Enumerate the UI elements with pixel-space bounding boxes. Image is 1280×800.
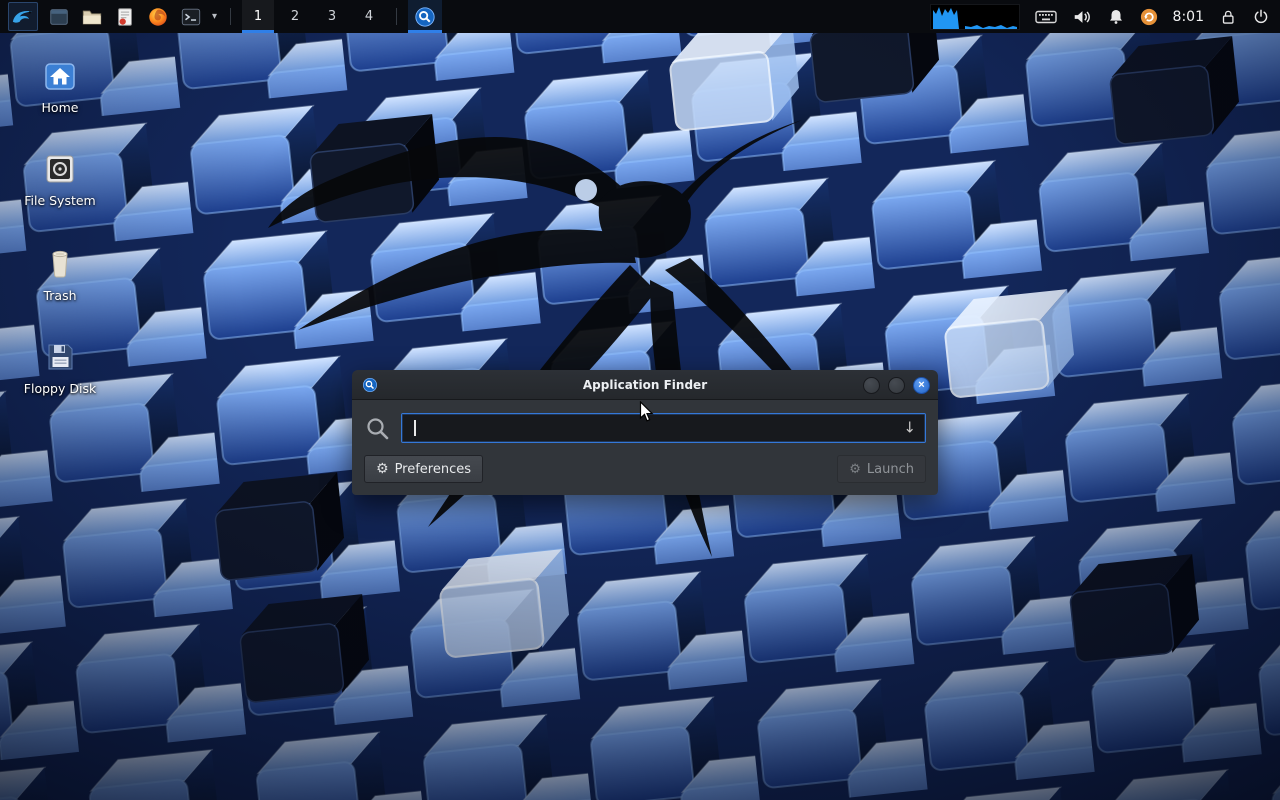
- panel-status-area: 8:01: [930, 0, 1274, 33]
- home-icon: [42, 58, 78, 94]
- desktop-icon-label: Home: [42, 100, 79, 115]
- lock-icon[interactable]: [1219, 7, 1237, 26]
- file-manager-icon[interactable]: [78, 0, 106, 33]
- launch-icon: ⚙: [849, 463, 861, 476]
- search-field: ↓: [401, 413, 926, 443]
- launch-button-label: Launch: [867, 462, 914, 477]
- application-finder-window: Application Finder × ↓: [352, 370, 938, 495]
- dialog-body: ↓ ⚙ Preferences ⚙ Launch: [352, 400, 938, 495]
- text-caret: [414, 420, 416, 436]
- text-editor-icon[interactable]: [111, 0, 139, 33]
- preferences-button[interactable]: ⚙ Preferences: [364, 455, 483, 483]
- launch-button[interactable]: ⚙ Launch: [837, 455, 926, 483]
- window-launcher-icon[interactable]: [45, 0, 73, 33]
- gear-icon: ⚙: [376, 462, 389, 476]
- floppy-disk-icon: [42, 339, 78, 375]
- desktop-icon-label: Trash: [43, 288, 76, 303]
- firefox-icon[interactable]: [144, 0, 172, 33]
- keyboard-indicator-icon[interactable]: [1035, 9, 1057, 25]
- desktop-icon-column: Home File System Trash: [12, 58, 108, 396]
- chevron-down-icon[interactable]: ▾: [210, 0, 219, 33]
- notifications-bell-icon[interactable]: [1107, 7, 1125, 26]
- desktop-icon-home[interactable]: Home: [12, 58, 108, 115]
- power-icon[interactable]: [1252, 7, 1270, 26]
- clock[interactable]: 8:01: [1173, 9, 1204, 25]
- kali-menu-icon[interactable]: [8, 2, 38, 31]
- cpu-graph[interactable]: [930, 4, 1020, 30]
- workspace-button-4[interactable]: 4: [353, 0, 385, 33]
- workspace-button-1[interactable]: 1: [242, 0, 274, 33]
- titlebar[interactable]: Application Finder ×: [352, 370, 938, 400]
- preferences-button-label: Preferences: [395, 462, 471, 477]
- desktop-icon-floppy-disk[interactable]: Floppy Disk: [12, 339, 108, 396]
- desktop-icon-label: Floppy Disk: [24, 381, 96, 396]
- window-title: Application Finder: [583, 378, 707, 392]
- minimize-button[interactable]: [863, 377, 880, 394]
- search-icon: [364, 415, 391, 442]
- top-panel: ▾ 1 2 3 4: [0, 0, 1280, 33]
- desktop-icon-trash[interactable]: Trash: [12, 244, 108, 303]
- desktop: Home File System Trash: [0, 0, 1280, 800]
- application-finder-icon: [362, 377, 378, 393]
- workspace-button-3[interactable]: 3: [316, 0, 348, 33]
- panel-separator: [230, 8, 231, 25]
- maximize-button[interactable]: [888, 377, 905, 394]
- desktop-icon-label: File System: [24, 193, 96, 208]
- panel-separator: [396, 8, 397, 25]
- application-finder-taskbar-icon[interactable]: [408, 0, 442, 33]
- updates-indicator-icon[interactable]: [1140, 8, 1158, 26]
- terminal-icon[interactable]: [177, 0, 205, 33]
- desktop-icon-file-system[interactable]: File System: [12, 151, 108, 208]
- workspace-button-2[interactable]: 2: [279, 0, 311, 33]
- trash-icon: [42, 244, 78, 282]
- search-input[interactable]: [402, 414, 925, 442]
- volume-icon[interactable]: [1072, 8, 1092, 26]
- drive-icon: [42, 151, 78, 187]
- close-button[interactable]: ×: [913, 377, 930, 394]
